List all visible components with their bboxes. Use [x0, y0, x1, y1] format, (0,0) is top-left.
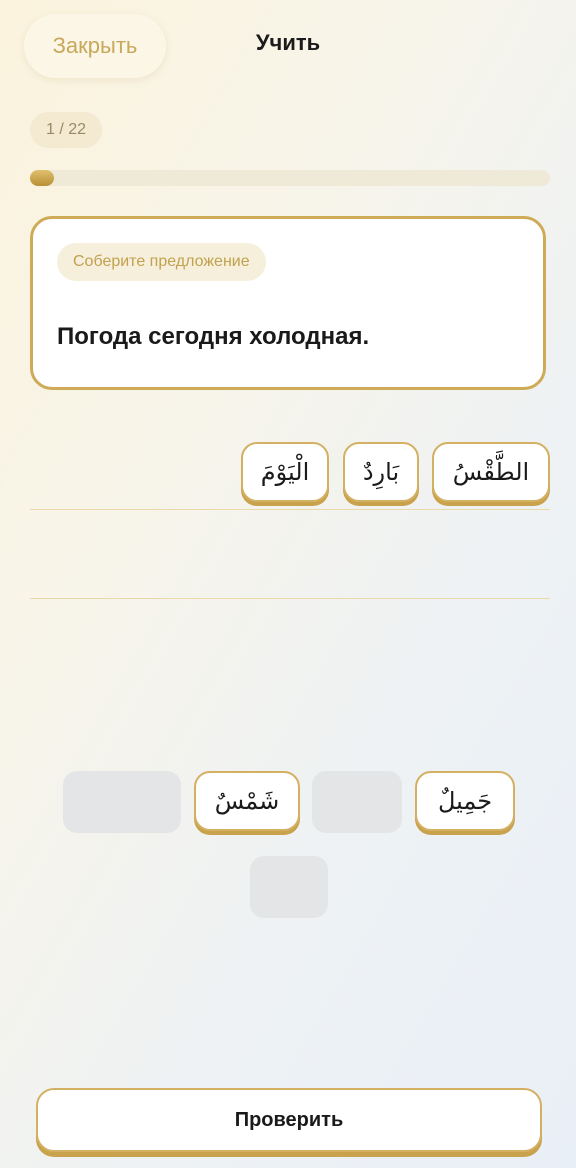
check-button[interactable]: Проверить [36, 1088, 542, 1152]
progress-fill [30, 170, 54, 186]
bank-word-chip[interactable]: شَمْسٌ [194, 771, 300, 831]
answer-line [30, 509, 550, 510]
bank-word-chip[interactable]: جَمِيلٌ [415, 771, 515, 831]
page-title: Учить [255, 30, 321, 55]
progress-counter: 1 / 22 [30, 112, 102, 148]
answer-line [30, 598, 550, 599]
answer-word-chip[interactable]: بَارِدٌ [343, 442, 419, 502]
empty-word-slot [250, 856, 328, 918]
exercise-card: Соберите предложение Погода сегодня холо… [30, 216, 546, 390]
answer-word-chip[interactable]: الْيَوْمَ [241, 442, 329, 502]
instruction-badge: Соберите предложение [57, 243, 266, 281]
empty-word-slot [312, 771, 402, 833]
progress-bar [30, 170, 550, 186]
prompt-sentence: Погода сегодня холодная. [57, 323, 370, 350]
answer-word-chip[interactable]: الطَّقْسُ [432, 442, 550, 502]
empty-word-slot [63, 771, 181, 833]
